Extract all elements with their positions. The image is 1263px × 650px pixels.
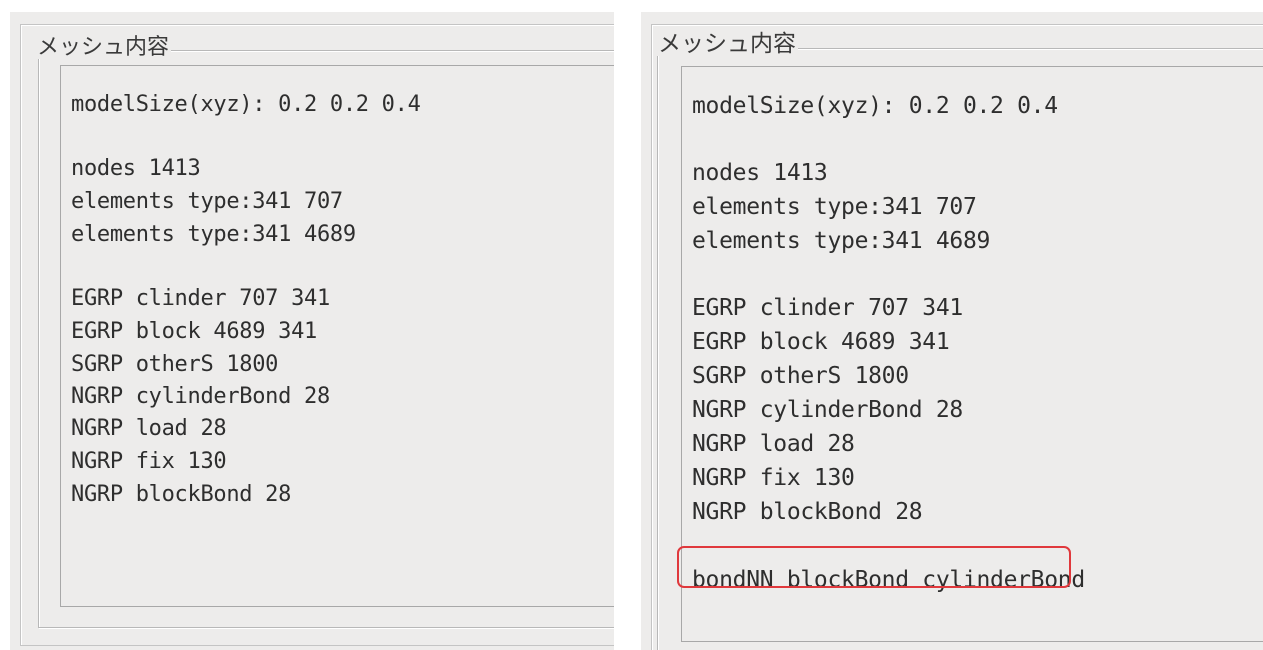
text-line-ngrp: NGRP load 28 [692, 431, 855, 457]
text-line-ngrp: NGRP fix 130 [692, 465, 855, 491]
text-line-egrp: EGRP clinder 707 341 [71, 286, 330, 311]
text-line-elements: elements type:341 707 [692, 194, 977, 220]
text-line-ngrp: NGRP load 28 [71, 416, 227, 441]
groupbox-title: メッシュ内容 [657, 31, 798, 57]
text-line-nodes: nodes 1413 [692, 160, 828, 186]
text-line-ngrp: NGRP fix 130 [71, 449, 227, 474]
text-line-model-size: modelSize(xyz): 0.2 0.2 0.4 [71, 92, 421, 117]
text-line-ngrp: NGRP blockBond 28 [692, 499, 923, 525]
mesh-content-panel-left: メッシュ内容 modelSize(xyz): 0.2 0.2 0.4 nodes… [10, 12, 614, 650]
highlight-annotation-box [677, 546, 1071, 588]
text-line-elements: elements type:341 4689 [692, 228, 991, 254]
groupbox-title: メッシュ内容 [36, 35, 172, 60]
text-line-elements: elements type:341 4689 [71, 222, 356, 247]
text-line-model-size: modelSize(xyz): 0.2 0.2 0.4 [692, 93, 1058, 119]
text-line-sgrp: SGRP otherS 1800 [692, 363, 909, 389]
text-line-egrp: EGRP block 4689 341 [71, 319, 317, 344]
text-line-ngrp: NGRP blockBond 28 [71, 482, 292, 507]
text-line-nodes: nodes 1413 [71, 156, 201, 181]
mesh-content-panel-right: メッシュ内容 modelSize(xyz): 0.2 0.2 0.4 nodes… [641, 12, 1263, 650]
text-line-sgrp: SGRP otherS 1800 [71, 352, 279, 377]
text-line-egrp: EGRP block 4689 341 [692, 329, 950, 355]
mesh-info-textarea[interactable]: modelSize(xyz): 0.2 0.2 0.4 nodes 1413 e… [60, 65, 614, 607]
text-line-elements: elements type:341 707 [71, 189, 343, 214]
text-line-ngrp: NGRP cylinderBond 28 [692, 397, 963, 423]
text-line-ngrp: NGRP cylinderBond 28 [71, 384, 330, 409]
text-line-egrp: EGRP clinder 707 341 [692, 295, 963, 321]
